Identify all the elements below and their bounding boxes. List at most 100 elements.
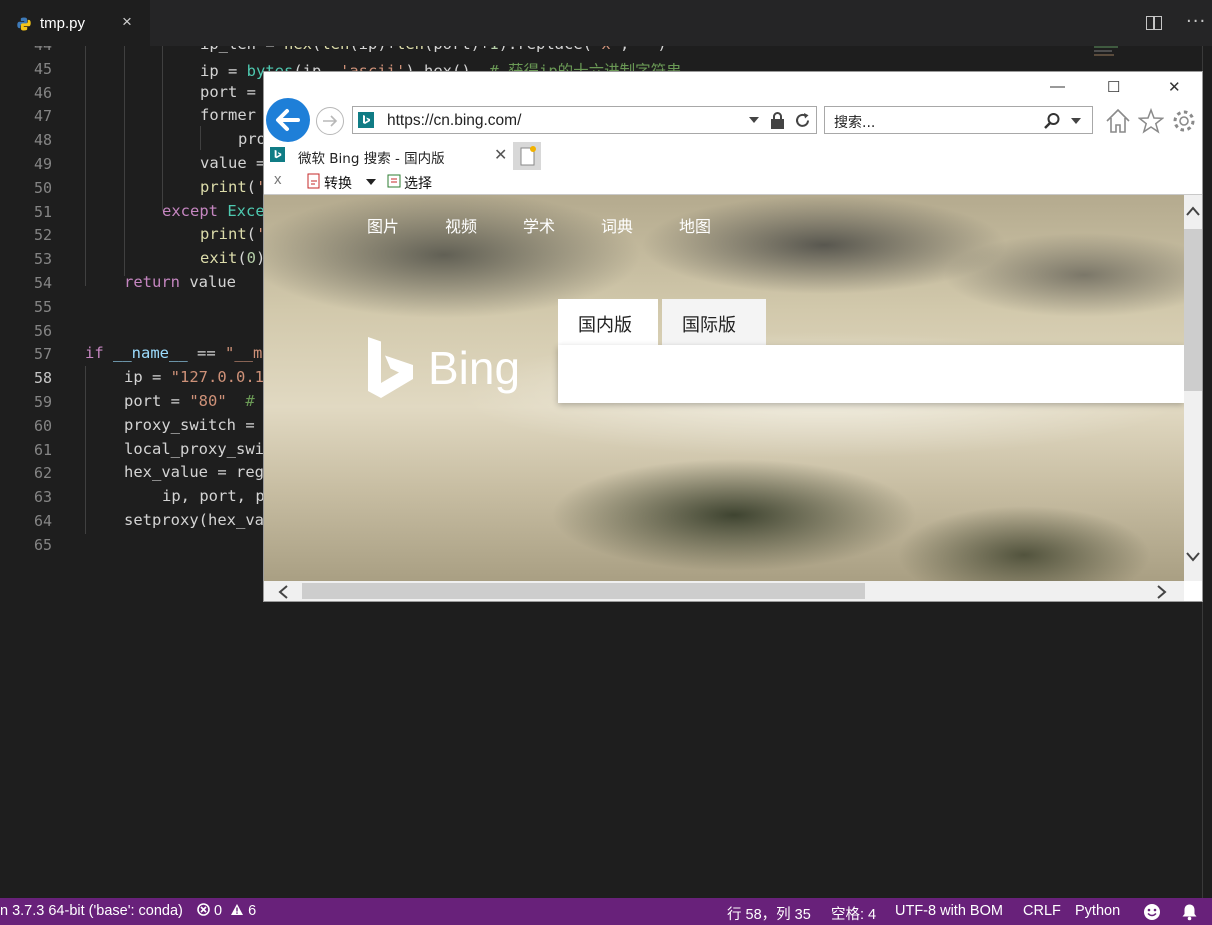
editor-tab-label: tmp.py — [40, 15, 86, 32]
warning-icon — [231, 904, 244, 915]
search-tab-international-label: 国际版 — [682, 315, 736, 336]
minimize-button[interactable]: — — [1050, 78, 1065, 95]
line-number: 50 — [33, 179, 52, 197]
browser-tab-title: 微软 Bing 搜索 - 国内版 — [298, 151, 445, 167]
nav-academic[interactable]: 学术 — [523, 213, 555, 237]
editor-tab-tmp-py[interactable]: tmp.py × — [0, 0, 150, 46]
back-arrow-icon — [276, 109, 300, 131]
settings-gear-icon[interactable] — [1171, 108, 1197, 134]
problems-indicator[interactable]: 0 6 — [197, 903, 256, 919]
line-number: 44 — [0, 46, 52, 54]
close-icon[interactable]: × — [122, 12, 132, 32]
nav-maps[interactable]: 地图 — [679, 213, 711, 237]
code-line: if __name__ == "__m — [85, 344, 263, 362]
refresh-icon[interactable] — [794, 112, 811, 129]
bing-search-box[interactable] — [558, 345, 1184, 403]
line-number-active: 58 — [33, 369, 52, 387]
horizontal-scroll-thumb[interactable] — [302, 583, 865, 599]
dropdown-arrow-icon[interactable] — [749, 117, 759, 124]
line-number: 54 — [33, 274, 52, 292]
bing-page-content[interactable]: 图片 视频 学术 词典 地图 Bing 国内版 国际版 — [264, 195, 1184, 581]
bing-logo-icon — [368, 337, 413, 398]
forward-button[interactable] — [316, 107, 344, 135]
home-icon[interactable] — [1104, 108, 1132, 134]
lock-icon[interactable] — [770, 112, 785, 129]
nav-videos[interactable]: 视频 — [445, 213, 477, 237]
new-tab-icon — [520, 146, 536, 166]
code-line: print(' — [200, 225, 266, 243]
scroll-left-icon[interactable] — [278, 584, 288, 601]
close-tab-icon[interactable]: ✕ — [494, 145, 507, 165]
favorites-star-icon[interactable] — [1138, 108, 1164, 134]
line-number: 61 — [33, 441, 52, 459]
vertical-scrollbar[interactable] — [1184, 195, 1202, 581]
nav-images[interactable]: 图片 — [367, 213, 399, 237]
bing-logo-text: Bing — [428, 342, 521, 394]
command-bar: x 转换 选择 — [264, 170, 1202, 195]
address-url: https://cn.bing.com/ — [387, 112, 522, 129]
code-line: former — [200, 106, 256, 124]
bell-icon[interactable] — [1181, 903, 1198, 921]
scroll-down-icon[interactable] — [1186, 547, 1200, 566]
convert-button[interactable]: 转换 — [324, 173, 352, 193]
code-line: port = — [200, 83, 256, 101]
code-line: ip_len = hex(len(ip)+len(port)+1).replac… — [200, 46, 667, 53]
search-box[interactable]: 搜索... — [824, 106, 1093, 134]
search-icon[interactable] — [1043, 112, 1061, 130]
search-tab-domestic[interactable]: 国内版 — [558, 299, 658, 345]
ie-browser-window[interactable]: — ☐ ✕ https://cn.bing.com/ 搜索... 微软 Bing… — [263, 71, 1203, 602]
line-number: 56 — [33, 322, 52, 340]
end-of-line[interactable]: CRLF — [1023, 903, 1061, 919]
search-dropdown-icon[interactable] — [1071, 118, 1081, 125]
search-input[interactable]: 搜索... — [834, 112, 875, 132]
smiley-icon[interactable] — [1143, 903, 1161, 921]
search-tab-international[interactable]: 国际版 — [662, 299, 766, 345]
minimap[interactable] — [1094, 46, 1118, 58]
code-line: ip, port, p — [162, 487, 265, 505]
indentation[interactable]: 空格: 4 — [831, 903, 876, 924]
browser-tab-bing[interactable]: 微软 Bing 搜索 - 国内版 ✕ — [266, 142, 511, 170]
bing-favicon — [358, 112, 374, 128]
code-line: local_proxy_swi — [124, 440, 264, 458]
address-bar[interactable]: https://cn.bing.com/ — [352, 106, 817, 134]
line-number: 55 — [33, 298, 52, 316]
code-line: exit(0) — [200, 249, 266, 267]
line-number: 63 — [33, 488, 52, 506]
command-bar-close[interactable]: x — [274, 171, 282, 188]
error-count: 0 — [214, 903, 223, 919]
window-close-button[interactable]: ✕ — [1168, 78, 1181, 96]
status-bar: n 3.7.3 64-bit ('base': conda) 0 6 行 58，… — [0, 898, 1212, 925]
python-interpreter[interactable]: n 3.7.3 64-bit ('base': conda) — [0, 903, 183, 919]
back-button[interactable] — [266, 98, 310, 142]
new-tab-button[interactable] — [513, 142, 541, 170]
file-encoding[interactable]: UTF-8 with BOM — [895, 903, 1003, 919]
line-number: 53 — [33, 250, 52, 268]
line-number: 51 — [33, 203, 52, 221]
code-line: proxy_switch = — [124, 416, 255, 434]
browser-tab-row: 微软 Bing 搜索 - 国内版 ✕ — [264, 142, 1202, 170]
nav-dictionary[interactable]: 词典 — [601, 213, 633, 237]
code-line: hex_value = reg — [124, 463, 264, 481]
horizontal-scrollbar[interactable] — [264, 581, 1184, 601]
scroll-right-icon[interactable] — [1157, 584, 1167, 601]
scroll-up-icon[interactable] — [1186, 201, 1200, 220]
maximize-button[interactable]: ☐ — [1107, 78, 1120, 96]
cursor-position[interactable]: 行 58，列 35 — [727, 903, 811, 924]
select-icon — [387, 174, 401, 188]
indent-guide — [124, 46, 125, 276]
more-actions-icon[interactable]: ··· — [1186, 11, 1206, 32]
convert-dropdown-icon[interactable] — [366, 179, 376, 186]
language-mode[interactable]: Python — [1075, 903, 1120, 919]
editor-tab-bar: tmp.py × ··· — [0, 0, 1212, 46]
code-line: print(' — [200, 178, 266, 196]
line-number: 46 — [33, 84, 52, 102]
pdf-convert-icon — [307, 173, 320, 189]
code-line: except Exce — [162, 202, 265, 220]
select-button[interactable]: 选择 — [404, 173, 432, 193]
indent-guide — [85, 366, 86, 534]
split-editor-icon[interactable] — [1146, 16, 1162, 30]
error-icon — [197, 903, 210, 916]
line-number: 62 — [33, 464, 52, 482]
line-number: 52 — [33, 226, 52, 244]
vertical-scroll-thumb[interactable] — [1184, 229, 1202, 391]
